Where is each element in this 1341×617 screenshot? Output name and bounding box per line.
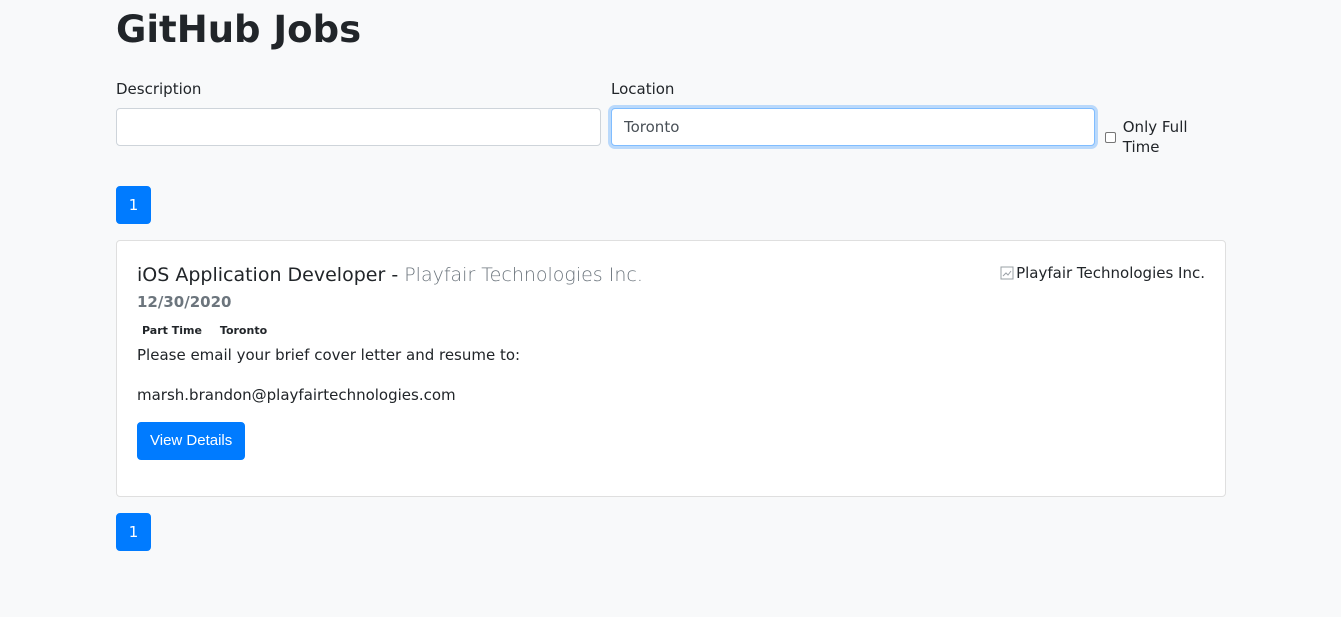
job-title-separator: - — [391, 264, 399, 286]
job-description-line: Please email your brief cover letter and… — [137, 346, 521, 364]
view-details-button[interactable]: View Details — [137, 422, 246, 460]
location-label: Location — [611, 80, 675, 98]
job-location-badge: Toronto — [219, 324, 268, 337]
full-time-checkbox[interactable] — [1105, 131, 1116, 143]
pagination-bottom-page-button[interactable]: 1 — [116, 513, 151, 551]
job-date: 12/30/2020 — [137, 293, 232, 311]
company-logo: Playfair Technologies Inc. — [1000, 263, 1205, 283]
job-type-badge: Part Time — [142, 324, 202, 337]
pagination-top-page-button[interactable]: 1 — [116, 186, 151, 224]
job-badges: Part Time Toronto — [137, 323, 272, 339]
job-company: Playfair Technologies Inc. — [404, 264, 643, 286]
full-time-label[interactable]: Only Full Time — [1123, 117, 1226, 157]
description-label: Description — [116, 80, 202, 98]
job-description-email: marsh.brandon@playfairtechnologies.com — [137, 386, 456, 404]
job-card: iOS Application Developer - Playfair Tec… — [116, 240, 1226, 497]
job-title-line: iOS Application Developer - Playfair Tec… — [137, 263, 643, 287]
page-title: GitHub Jobs — [116, 8, 362, 51]
broken-image-icon — [1000, 266, 1014, 280]
job-title: iOS Application Developer — [137, 264, 386, 286]
full-time-filter[interactable]: Only Full Time — [1105, 117, 1226, 157]
description-input[interactable] — [116, 108, 601, 146]
location-input[interactable] — [611, 108, 1095, 146]
company-logo-alt-text: Playfair Technologies Inc. — [1016, 264, 1205, 282]
